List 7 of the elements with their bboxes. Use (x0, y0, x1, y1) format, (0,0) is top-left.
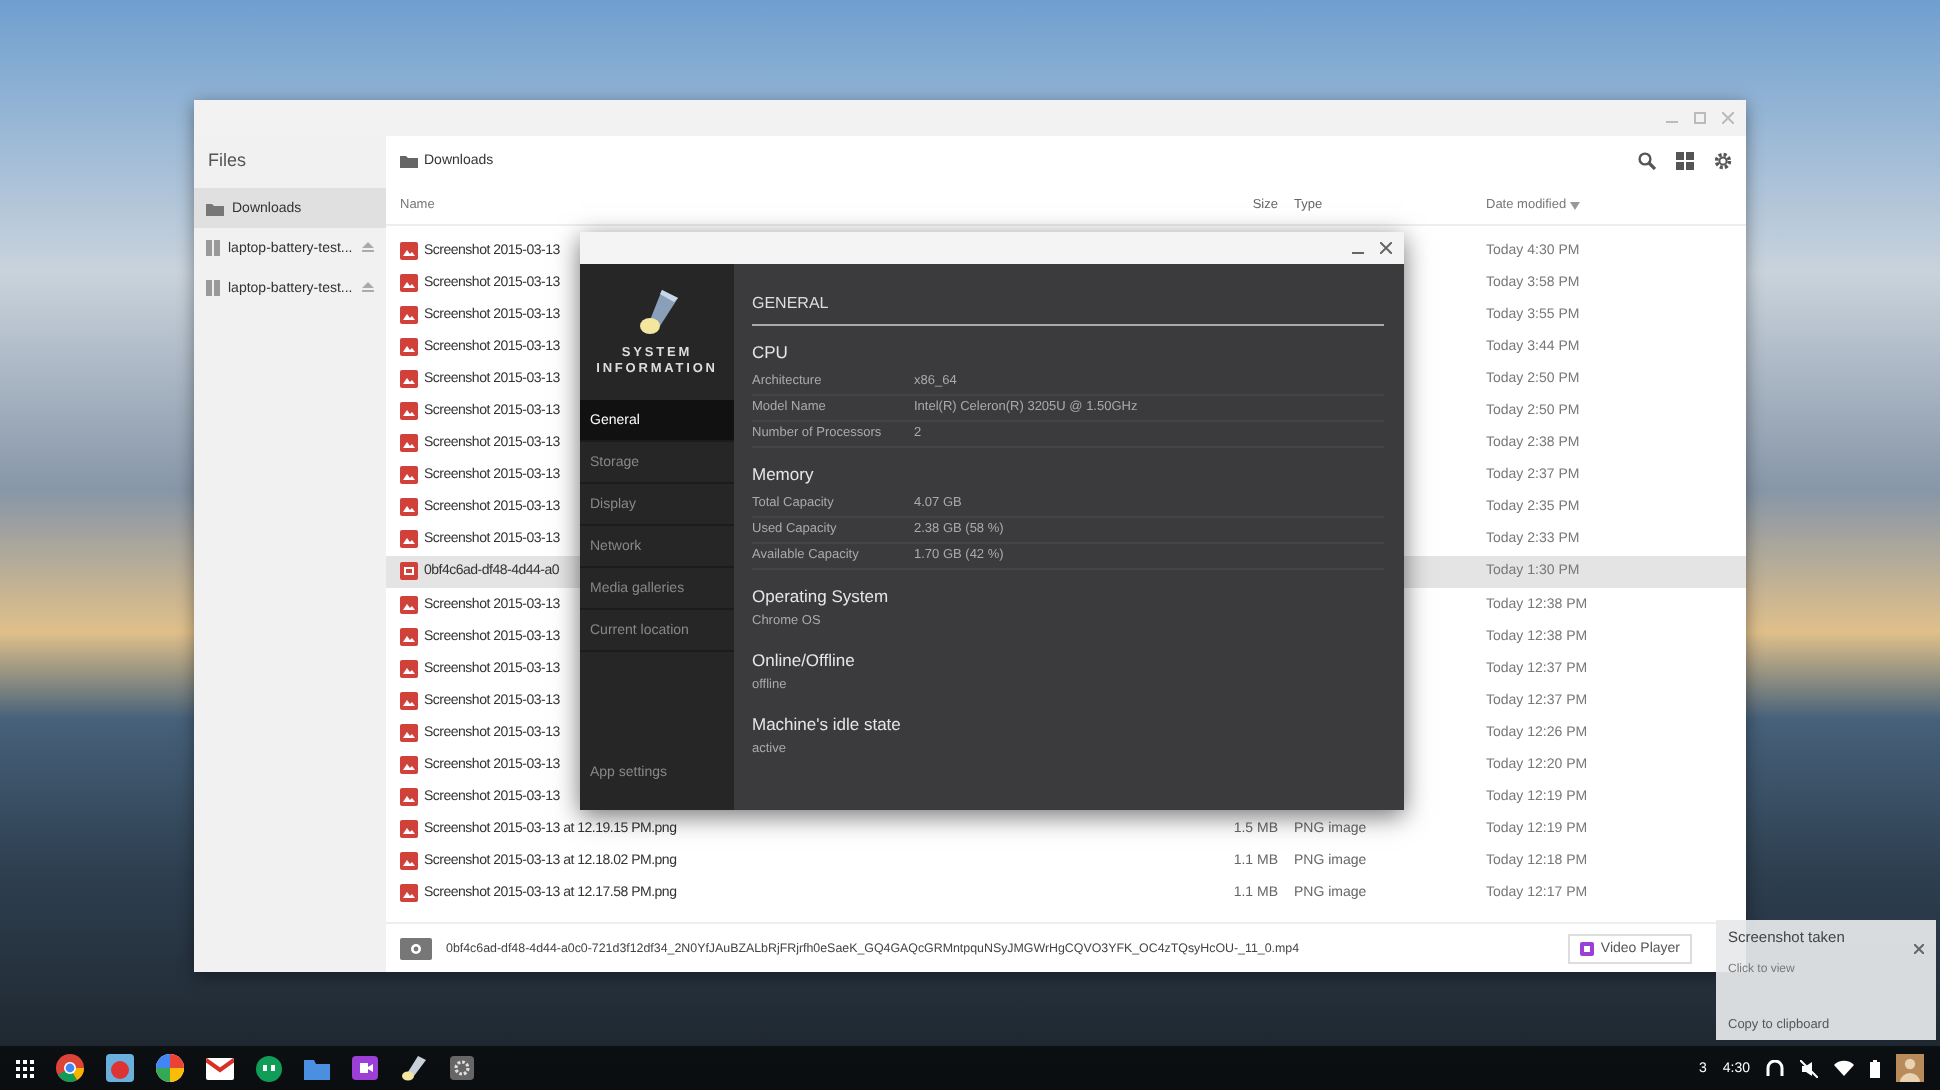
section-heading: GENERAL (752, 294, 1384, 326)
group-title: Operating System (752, 585, 891, 607)
group-title: Memory (752, 463, 816, 484)
app-title: Files (206, 148, 249, 174)
group-title: CPU (752, 341, 790, 362)
group-title: Online/Offline (752, 649, 857, 671)
group-title: Machine's idle state (752, 713, 903, 735)
